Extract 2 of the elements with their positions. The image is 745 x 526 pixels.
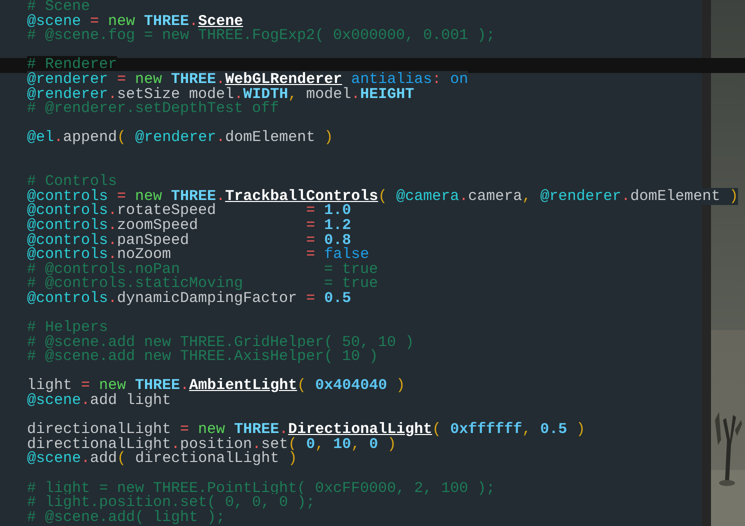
code-comment: # @renderer.setDepthTest off — [27, 100, 280, 118]
code-comment: # @scene.add new THREE.AxisHelper( 10 ) — [27, 348, 378, 366]
